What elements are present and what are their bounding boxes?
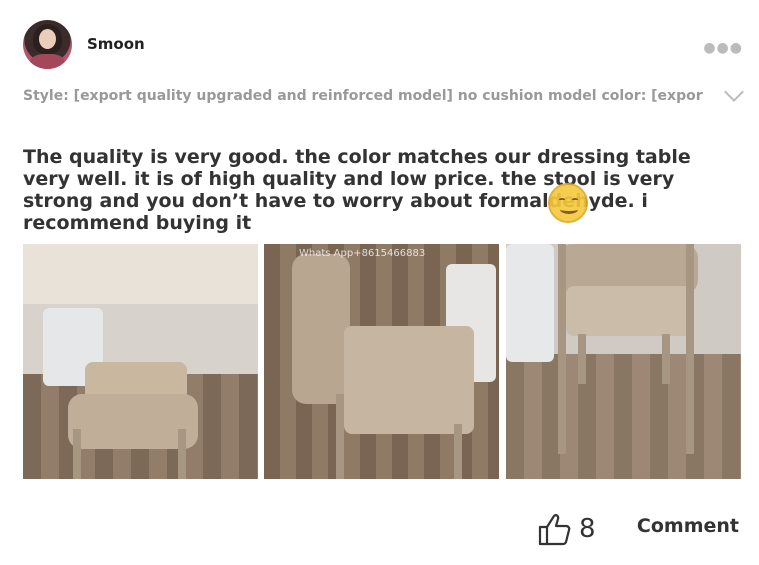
review-photo-1[interactable] <box>23 244 258 479</box>
chair-seat <box>566 286 694 336</box>
photo-watermark: Whats App+8615466883 <box>299 248 426 259</box>
like-count: 8 <box>579 514 596 544</box>
thumbs-up-icon[interactable] <box>537 511 573 547</box>
chair-leg <box>454 424 462 479</box>
user-avatar[interactable] <box>23 20 72 69</box>
more-dots-icon[interactable]: ●●● <box>703 40 743 56</box>
comment-button[interactable]: Comment <box>637 515 739 537</box>
chair-leg <box>686 244 694 454</box>
emoji-eye-left <box>559 198 565 202</box>
avatar-face <box>39 29 56 49</box>
chair-leg <box>578 334 586 384</box>
review-text: The quality is very good. the color matc… <box>23 146 691 234</box>
review-footer: 8 Comment <box>23 505 741 549</box>
emoji-mouth <box>560 205 578 214</box>
chair-leg <box>336 394 344 479</box>
chair-leg <box>73 429 81 479</box>
review-header: Smoon ●●● <box>23 20 743 70</box>
chair-leg <box>178 429 186 479</box>
chair-leg <box>662 334 670 384</box>
emoji-eye-right <box>572 198 578 202</box>
review-photo-2[interactable]: Whats App+8615466883 <box>264 244 499 479</box>
smile-emoji-icon <box>548 183 588 223</box>
review-photo-3[interactable] <box>506 244 741 479</box>
dressing-table <box>23 244 258 304</box>
chair-back <box>292 254 350 404</box>
username[interactable]: Smoon <box>87 35 145 53</box>
chevron-down-icon[interactable] <box>724 82 744 102</box>
style-text: Style: [export quality upgraded and rein… <box>23 88 703 104</box>
photo-floor <box>506 354 741 479</box>
review-photos: Whats App+8615466883 <box>23 244 741 479</box>
air-purifier <box>506 244 554 362</box>
chair-seat <box>344 326 474 434</box>
avatar-body <box>30 54 65 69</box>
chair-leg <box>558 244 566 454</box>
style-row[interactable]: Style: [export quality upgraded and rein… <box>23 82 744 110</box>
